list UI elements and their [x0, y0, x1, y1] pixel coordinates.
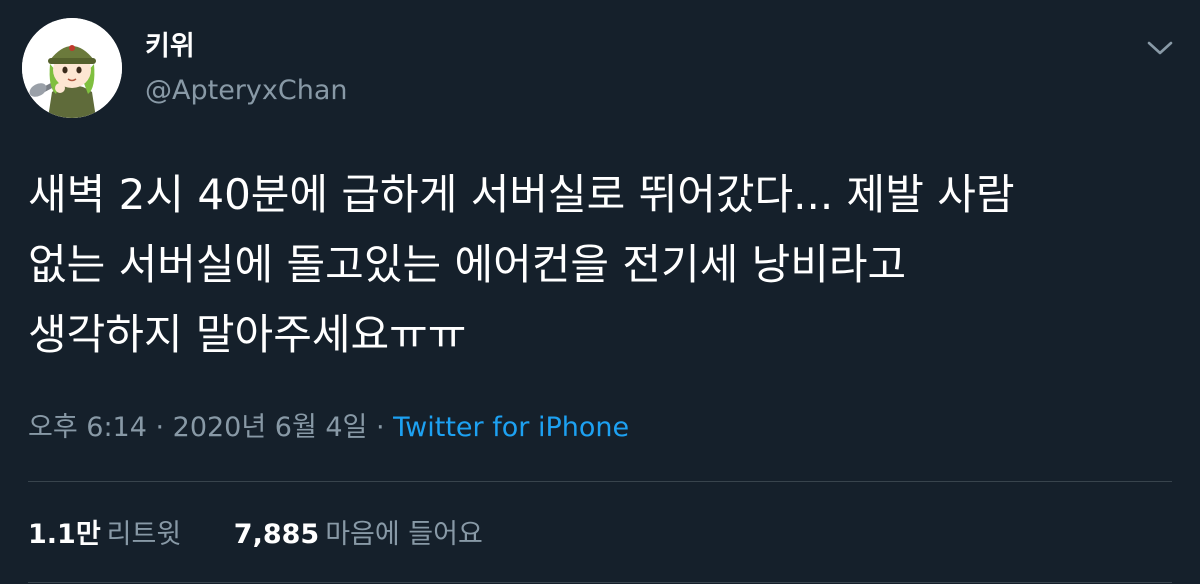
tweet-line: 새벽 2시 40분에 급하게 서버실로 뛰어갔다... 제발 사람	[28, 170, 1015, 219]
meta-separator: ·	[367, 412, 394, 443]
tweet-stats: 1.1만 리트윗 7,885 마음에 들어요	[28, 515, 483, 555]
user-handle[interactable]: @ApteryxChan	[145, 74, 348, 108]
divider	[28, 481, 1172, 482]
chevron-down-icon	[1147, 41, 1173, 55]
likes-label: 마음에 들어요	[325, 519, 483, 550]
avatar-illustration	[22, 18, 122, 118]
retweets-stat[interactable]: 1.1만 리트윗	[28, 515, 181, 555]
more-options-button[interactable]	[1140, 28, 1180, 68]
tweet-card: 키위 @ApteryxChan 새벽 2시 40분에 급하게 서버실로 뛰어갔다…	[0, 0, 1200, 584]
tweet-meta: 오후 6:14 · 2020년 6월 4일 · Twitter for iPho…	[28, 408, 629, 448]
divider	[28, 582, 1172, 583]
retweets-count: 1.1만	[28, 519, 101, 550]
display-name[interactable]: 키위	[145, 30, 195, 64]
likes-stat[interactable]: 7,885 마음에 들어요	[234, 515, 483, 555]
timestamp[interactable]: 오후 6:14 · 2020년 6월 4일	[28, 412, 367, 443]
retweets-label: 리트윗	[106, 519, 182, 550]
tweet-line: 없는 서버실에 돌고있는 에어컨을 전기세 낭비라고	[28, 240, 907, 289]
likes-count: 7,885	[233, 519, 320, 550]
tweet-line: 생각하지 말아주세요ㅠㅠ	[28, 310, 467, 359]
avatar[interactable]	[22, 18, 122, 118]
source-link[interactable]: Twitter for iPhone	[393, 412, 629, 443]
tweet-text: 새벽 2시 40분에 급하게 서버실로 뛰어갔다... 제발 사람 없는 서버실…	[28, 160, 1168, 370]
